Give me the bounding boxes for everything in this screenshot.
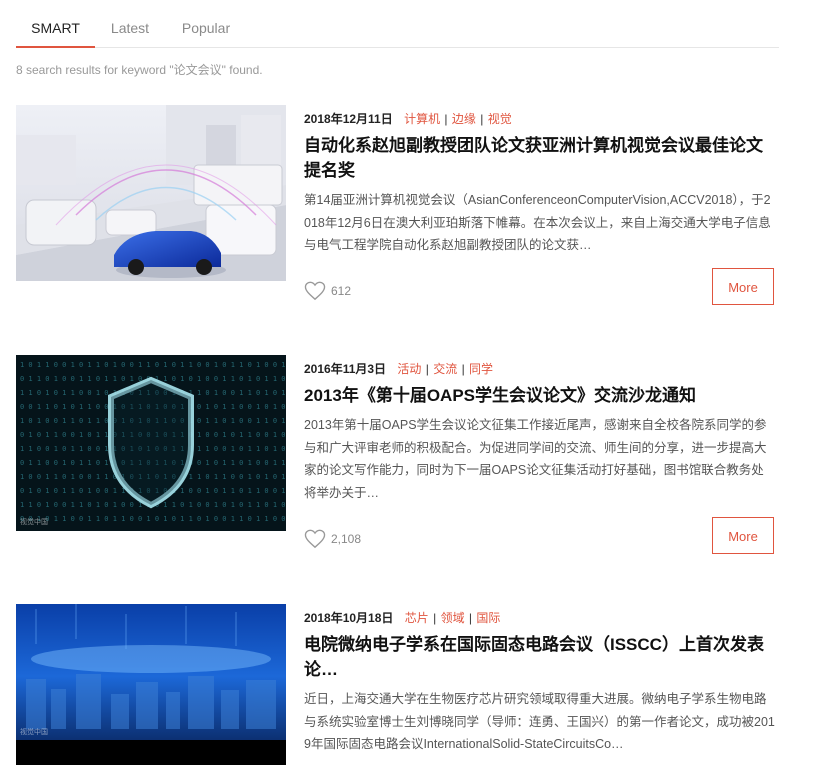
- tab-smart[interactable]: SMART: [16, 0, 95, 48]
- digital-shield-image: 1 0 1 1 0 0 1 0 1 1 0 1 0 0 1 1 0 1 0 1 …: [16, 355, 286, 531]
- article-date: 2018年12月11日: [304, 112, 393, 126]
- tag-link[interactable]: 计算机: [404, 112, 440, 126]
- tag-link[interactable]: 活动: [397, 362, 421, 376]
- tab-popular[interactable]: Popular: [171, 0, 241, 46]
- article-title[interactable]: 2013年《第十届OAPS学生会议论文》交流沙龙通知: [304, 383, 776, 408]
- article-content: 2018年10月18日 芯片 | 领域 | 国际 电院微纳电子学系在国际固态电路…: [304, 604, 776, 756]
- article-meta: 2018年12月11日 计算机 | 边缘 | 视觉: [304, 111, 776, 127]
- watermark: 视觉中国: [20, 729, 48, 736]
- likes-counter: 2,108: [304, 529, 361, 549]
- svg-text:1 0 1 1 0 0 1 0 1 1 0 1 0 0 1: 1 0 1 1 0 0 1 0 1 1 0 1 0 0 1 1 0 1 0 1 …: [20, 361, 286, 369]
- tag-separator: |: [458, 362, 469, 376]
- tag-separator: |: [476, 112, 487, 126]
- list-item: 视觉中国 2018年10月18日 芯片 | 领域 | 国际 电院微纳电子学系在国…: [16, 604, 776, 765]
- tag-link[interactable]: 国际: [476, 611, 500, 625]
- tag-link[interactable]: 边缘: [452, 112, 476, 126]
- tag-link[interactable]: 芯片: [405, 611, 429, 625]
- article-date: 2016年11月3日: [304, 362, 387, 376]
- article-title[interactable]: 自动化系赵旭副教授团队论文获亚洲计算机视觉会议最佳论文提名奖: [304, 133, 776, 183]
- heart-icon[interactable]: [304, 281, 326, 301]
- article-description: 2013年第十届OAPS学生会议论文征集工作接近尾声，感谢来自全校各院系同学的参…: [304, 418, 767, 500]
- article-meta: 2016年11月3日 活动 | 交流 | 同学: [304, 361, 776, 377]
- watermark: 视觉中国: [20, 519, 48, 526]
- tab-bar: SMART Latest Popular: [16, 0, 779, 48]
- autonomous-cars-image: [16, 105, 286, 281]
- tag-separator: |: [422, 362, 433, 376]
- tab-latest[interactable]: Latest: [96, 0, 164, 46]
- article-thumbnail[interactable]: 1 0 1 1 0 0 1 0 1 1 0 1 0 0 1 1 0 1 0 1 …: [16, 355, 286, 531]
- article-date: 2018年10月18日: [304, 611, 394, 625]
- article-description: 近日，上海交通大学在生物医疗芯片研究领域取得重大进展。微纳电子学系生物电路与系统…: [304, 692, 775, 751]
- blue-digital-city-image: [16, 604, 286, 765]
- search-results-page: SMART Latest Popular 8 search results fo…: [0, 0, 822, 765]
- more-button[interactable]: More: [712, 517, 774, 554]
- heart-icon[interactable]: [304, 529, 326, 549]
- svg-text:0 0 1 0 1 1 0 0 1 1 0 1 1 0 0: 0 0 1 0 1 1 0 0 1 1 0 1 1 0 0 1 0 1 0 1 …: [20, 515, 286, 523]
- tag-link[interactable]: 同学: [469, 362, 493, 376]
- article-thumbnail[interactable]: 视觉中国: [16, 604, 286, 765]
- likes-counter: 612: [304, 281, 351, 301]
- tag-separator: |: [441, 112, 451, 126]
- tag-link[interactable]: 交流: [433, 362, 457, 376]
- more-button[interactable]: More: [712, 268, 774, 305]
- likes-count: 612: [331, 284, 352, 298]
- article-content: 2016年11月3日 活动 | 交流 | 同学 2013年《第十届OAPS学生会…: [304, 355, 776, 504]
- tag-link[interactable]: 领域: [441, 611, 465, 625]
- list-item: 2018年12月11日 计算机 | 边缘 | 视觉 自动化系赵旭副教授团队论文获…: [16, 105, 776, 305]
- article-thumbnail[interactable]: [16, 105, 286, 281]
- likes-count: 2,108: [331, 532, 362, 546]
- article-title[interactable]: 电院微纳电子学系在国际固态电路会议（ISSCC）上首次发表论…: [304, 632, 776, 682]
- tag-link[interactable]: 视觉: [488, 112, 512, 126]
- article-description: 第14届亚洲计算机视觉会议（AsianConferenceonComputerV…: [304, 193, 771, 252]
- tag-separator: |: [429, 611, 440, 625]
- article-meta: 2018年10月18日 芯片 | 领域 | 国际: [304, 610, 776, 626]
- article-content: 2018年12月11日 计算机 | 边缘 | 视觉 自动化系赵旭副教授团队论文获…: [304, 105, 776, 257]
- list-item: 1 0 1 1 0 0 1 0 1 1 0 1 0 0 1 1 0 1 0 1 …: [16, 355, 776, 555]
- results-summary: 8 search results for keyword "论文会议" foun…: [16, 63, 263, 77]
- tag-separator: |: [465, 611, 476, 625]
